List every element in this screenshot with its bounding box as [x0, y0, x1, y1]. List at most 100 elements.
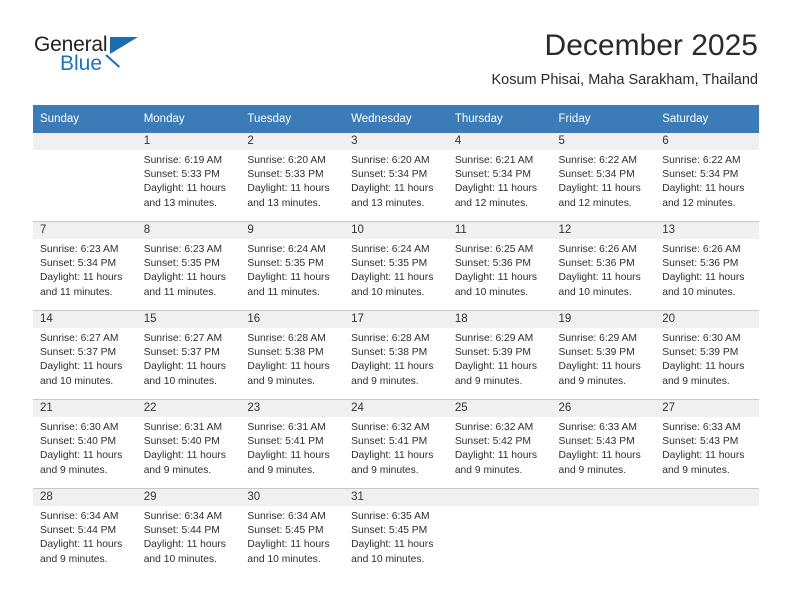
day-details: Sunrise: 6:34 AM Sunset: 5:44 PM Daylight:…: [137, 506, 241, 567]
day-details: Sunrise: 6:31 AM Sunset: 5:41 PM Daylight:…: [240, 417, 344, 478]
sunset-text: Sunset: 5:40 PM: [143, 436, 220, 448]
day-number: [33, 133, 137, 150]
calendar-day-cell[interactable]: 6 Sunrise: 6:22 AM Sunset: 5:34 PM Daylight…: [655, 133, 759, 222]
general-blue-logo[interactable]: General Blue: [34, 34, 164, 84]
sunrise-text: Sunrise: 6:27 AM: [40, 333, 119, 344]
day-details: Sunrise: 6:22 AM Sunset: 5:34 PM Daylight:…: [655, 150, 759, 211]
sunset-text: Sunset: 5:38 PM: [351, 347, 428, 359]
calendar-day-cell[interactable]: 15 Sunrise: 6:27 AM Sunset: 5:37 PM Dayligh…: [136, 310, 241, 400]
sunset-text: Sunset: 5:39 PM: [454, 347, 531, 359]
calendar-day-cell[interactable]: 18 Sunrise: 6:29 AM Sunset: 5:39 PM Dayligh…: [447, 310, 552, 400]
calendar-day-cell[interactable]: 10 Sunrise: 6:24 AM Sunset: 5:35 PM Dayligh…: [344, 221, 448, 311]
daylight-text: Daylight: 11 hours and 13 minutes.: [143, 183, 226, 209]
day-number: 19: [551, 311, 656, 328]
calendar-day-cell[interactable]: 29 Sunrise: 6:34 AM Sunset: 5:44 PM Dayligh…: [136, 489, 241, 578]
day-number: 14: [33, 311, 137, 328]
calendar-day-cell[interactable]: 23 Sunrise: 6:31 AM Sunset: 5:41 PM Dayligh…: [240, 399, 345, 489]
daylight-text: Daylight: 11 hours and 10 minutes.: [143, 361, 226, 387]
sunset-text: Sunset: 5:43 PM: [662, 436, 739, 448]
calendar-day-cell[interactable]: 22 Sunrise: 6:31 AM Sunset: 5:40 PM Dayligh…: [136, 399, 241, 489]
triangle-icon: [110, 37, 138, 54]
day-cell-inner: 21 Sunrise: 6:30 AM Sunset: 5:40 PM Dayligh…: [33, 400, 137, 488]
calendar-day-cell[interactable]: 7 Sunrise: 6:23 AM Sunset: 5:34 PM Daylight…: [33, 221, 137, 311]
sunrise-text: Sunrise: 6:28 AM: [351, 333, 430, 344]
day-cell-inner: 23 Sunrise: 6:31 AM Sunset: 5:41 PM Dayligh…: [240, 400, 345, 488]
day-number: 21: [33, 400, 137, 417]
day-details: Sunrise: 6:23 AM Sunset: 5:35 PM Daylight:…: [137, 239, 241, 300]
sunrise-text: Sunrise: 6:21 AM: [454, 155, 534, 166]
calendar-day-cell[interactable]: 4 Sunrise: 6:21 AM Sunset: 5:34 PM Daylight…: [447, 133, 552, 222]
sunrise-text: Sunrise: 6:35 AM: [351, 511, 430, 522]
daylight-text: Daylight: 11 hours and 10 minutes.: [558, 272, 641, 298]
day-details: Sunrise: 6:28 AM Sunset: 5:38 PM Daylight:…: [344, 328, 448, 389]
daylight-text: Daylight: 11 hours and 9 minutes.: [247, 361, 330, 387]
logo-text-blue: Blue: [60, 52, 103, 75]
daylight-text: Daylight: 11 hours and 9 minutes.: [558, 450, 641, 476]
calendar-day-cell[interactable]: 11 Sunrise: 6:25 AM Sunset: 5:36 PM Dayligh…: [447, 221, 552, 311]
calendar-day-cell[interactable]: 3 Sunrise: 6:20 AM Sunset: 5:34 PM Daylight…: [344, 133, 448, 222]
calendar-day-cell[interactable]: 14 Sunrise: 6:27 AM Sunset: 5:37 PM Dayligh…: [33, 310, 137, 400]
sunset-text: Sunset: 5:34 PM: [40, 258, 117, 270]
day-details: Sunrise: 6:26 AM Sunset: 5:36 PM Daylight:…: [655, 239, 759, 300]
day-details: Sunrise: 6:24 AM Sunset: 5:35 PM Daylight:…: [240, 239, 344, 300]
sunrise-text: Sunrise: 6:34 AM: [247, 511, 326, 522]
day-cell-inner: 7 Sunrise: 6:23 AM Sunset: 5:34 PM Daylight…: [33, 222, 137, 310]
calendar-day-cell[interactable]: 12 Sunrise: 6:26 AM Sunset: 5:36 PM Dayligh…: [551, 221, 656, 311]
daylight-text: Daylight: 11 hours and 9 minutes.: [662, 361, 745, 387]
calendar-day-cell[interactable]: 31 Sunrise: 6:35 AM Sunset: 5:45 PM Dayligh…: [344, 489, 448, 578]
day-cell-inner: 25 Sunrise: 6:32 AM Sunset: 5:42 PM Dayligh…: [447, 400, 552, 488]
calendar-day-cell[interactable]: 30 Sunrise: 6:34 AM Sunset: 5:45 PM Dayligh…: [240, 489, 345, 578]
calendar-day-cell[interactable]: 17 Sunrise: 6:28 AM Sunset: 5:38 PM Dayligh…: [344, 310, 448, 400]
sunrise-text: Sunrise: 6:22 AM: [662, 155, 741, 166]
sunset-text: Sunset: 5:33 PM: [143, 169, 220, 181]
day-number: 4: [447, 133, 552, 150]
page-title: December 2025: [544, 29, 758, 62]
calendar-day-cell[interactable]: 1 Sunrise: 6:19 AM Sunset: 5:33 PM Daylight…: [136, 133, 241, 222]
sunrise-text: Sunrise: 6:29 AM: [558, 333, 637, 344]
sunrise-text: Sunrise: 6:20 AM: [351, 155, 430, 166]
sunrise-text: Sunrise: 6:32 AM: [454, 422, 534, 433]
day-details: Sunrise: 6:26 AM Sunset: 5:36 PM Daylight:…: [552, 239, 656, 300]
calendar-day-cell[interactable]: 26 Sunrise: 6:33 AM Sunset: 5:43 PM Dayligh…: [551, 399, 656, 489]
day-cell-inner: 14 Sunrise: 6:27 AM Sunset: 5:37 PM Dayligh…: [33, 311, 137, 399]
daylight-text: Daylight: 11 hours and 11 minutes.: [247, 272, 330, 298]
calendar-week-row: 14 Sunrise: 6:27 AM Sunset: 5:37 PM Dayligh…: [33, 310, 759, 400]
day-number: 9: [240, 222, 345, 239]
sunset-text: Sunset: 5:39 PM: [558, 347, 635, 359]
calendar-day-cell[interactable]: 27 Sunrise: 6:33 AM Sunset: 5:43 PM Dayligh…: [655, 399, 759, 489]
sunrise-text: Sunrise: 6:33 AM: [662, 422, 741, 433]
day-cell-inner: [447, 489, 552, 577]
day-number: [655, 489, 759, 506]
day-number: 31: [344, 489, 448, 506]
day-cell-inner: 4 Sunrise: 6:21 AM Sunset: 5:34 PM Daylight…: [447, 133, 552, 221]
day-number: 15: [136, 311, 241, 328]
calendar-day-cell[interactable]: 25 Sunrise: 6:32 AM Sunset: 5:42 PM Dayligh…: [447, 399, 552, 489]
day-number: 11: [447, 222, 552, 239]
calendar-day-cell[interactable]: 20 Sunrise: 6:30 AM Sunset: 5:39 PM Dayligh…: [655, 310, 759, 400]
day-number: 27: [655, 400, 759, 417]
calendar-day-cell[interactable]: 16 Sunrise: 6:28 AM Sunset: 5:38 PM Dayligh…: [240, 310, 345, 400]
calendar-day-cell[interactable]: 9 Sunrise: 6:24 AM Sunset: 5:35 PM Daylight…: [240, 221, 345, 311]
day-number: 16: [240, 311, 345, 328]
calendar-day-cell[interactable]: 21 Sunrise: 6:30 AM Sunset: 5:40 PM Dayligh…: [33, 399, 137, 489]
calendar-day-cell[interactable]: 8 Sunrise: 6:23 AM Sunset: 5:35 PM Daylight…: [136, 221, 241, 311]
day-cell-inner: 18 Sunrise: 6:29 AM Sunset: 5:39 PM Dayligh…: [447, 311, 552, 399]
weekday-header-wednesday: Wednesday: [344, 105, 448, 133]
calendar-day-cell[interactable]: 2 Sunrise: 6:20 AM Sunset: 5:33 PM Daylight…: [240, 133, 345, 222]
calendar-day-cell[interactable]: 24 Sunrise: 6:32 AM Sunset: 5:41 PM Dayligh…: [344, 399, 448, 489]
sunrise-text: Sunrise: 6:20 AM: [247, 155, 326, 166]
daylight-text: Daylight: 11 hours and 9 minutes.: [40, 450, 123, 476]
day-details: Sunrise: 6:27 AM Sunset: 5:37 PM Daylight:…: [137, 328, 241, 389]
day-details: Sunrise: 6:29 AM Sunset: 5:39 PM Daylight:…: [448, 328, 552, 389]
day-cell-inner: 20 Sunrise: 6:30 AM Sunset: 5:39 PM Dayligh…: [655, 311, 759, 399]
title-block: December 2025 Kosum Phisai, Maha Sarakha…: [491, 28, 758, 90]
calendar-day-cell[interactable]: 19 Sunrise: 6:29 AM Sunset: 5:39 PM Dayligh…: [551, 310, 656, 400]
calendar-day-cell[interactable]: 13 Sunrise: 6:26 AM Sunset: 5:36 PM Dayligh…: [655, 221, 759, 311]
day-cell-inner: 9 Sunrise: 6:24 AM Sunset: 5:35 PM Daylight…: [240, 222, 345, 310]
sunset-text: Sunset: 5:41 PM: [247, 436, 324, 448]
day-number: 7: [33, 222, 137, 239]
day-details: Sunrise: 6:33 AM Sunset: 5:43 PM Daylight:…: [655, 417, 759, 478]
day-number: 20: [655, 311, 759, 328]
calendar-day-cell[interactable]: 5 Sunrise: 6:22 AM Sunset: 5:34 PM Daylight…: [551, 133, 656, 222]
calendar-day-cell[interactable]: 28 Sunrise: 6:34 AM Sunset: 5:44 PM Dayligh…: [33, 489, 137, 578]
